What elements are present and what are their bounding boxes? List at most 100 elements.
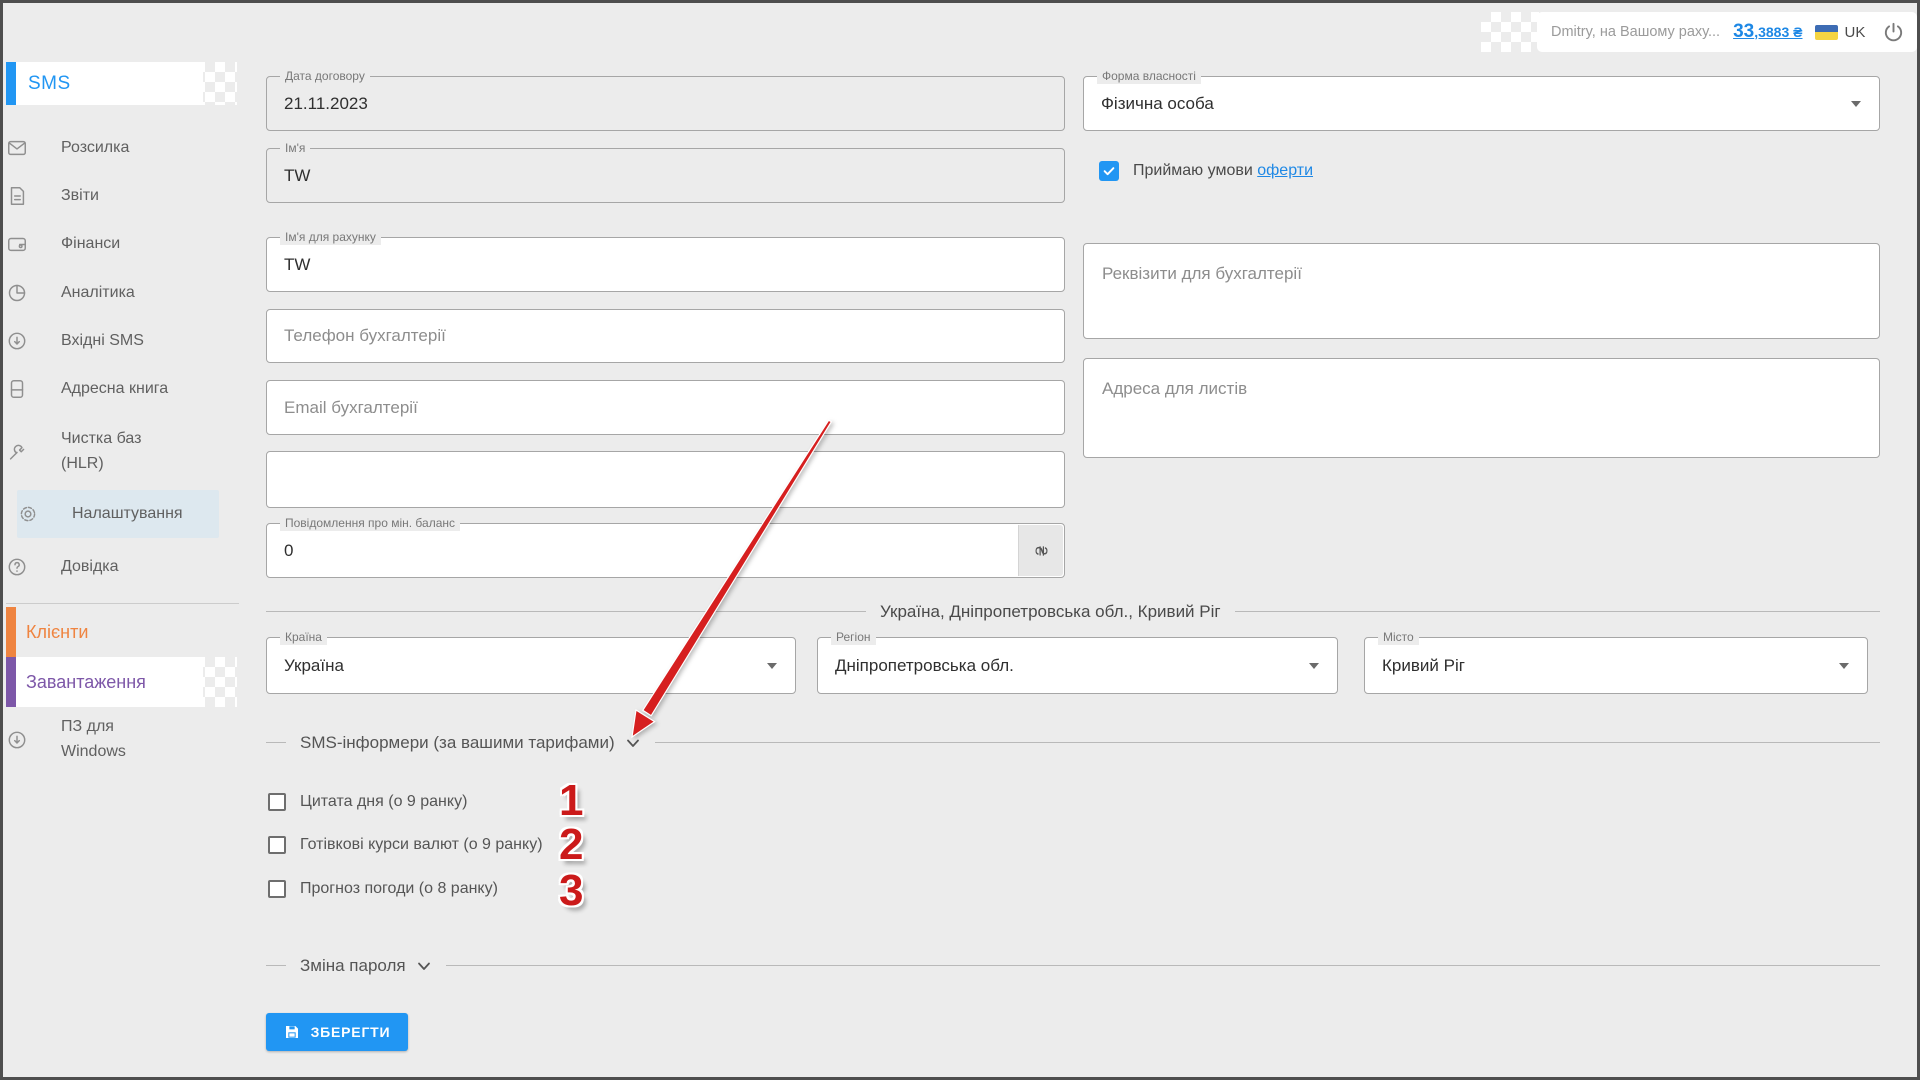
sidebar-item-reports[interactable]: Звіти <box>6 172 236 220</box>
empty-field[interactable] <box>266 451 1065 508</box>
sidebar-item-windows-software[interactable]: ПЗ для Windows <box>6 709 236 771</box>
password-section-header[interactable]: Зміна пароля <box>286 953 446 979</box>
chevron-down-icon <box>1309 663 1319 669</box>
clients-label: Клієнти <box>26 622 88 643</box>
contract-date-field[interactable]: Дата договору 21.11.2023 <box>266 76 1065 131</box>
region-select[interactable]: Регіон Дніпропетровська обл. <box>817 637 1338 694</box>
sidebar-item-finances[interactable]: Фінанси <box>6 220 236 268</box>
weather-checkbox[interactable] <box>268 880 286 898</box>
offer-label: Приймаю умови оферти <box>1133 162 1313 180</box>
checkbox-label: Цитата дня (о 9 ранку) <box>300 793 467 811</box>
sidebar-item-downloads[interactable]: Завантаження <box>6 657 203 707</box>
offer-consent-row: Приймаю умови оферти <box>1099 161 1313 181</box>
sidebar-item-hlr[interactable]: Чистка баз (HLR) <box>6 421 236 483</box>
sidebar-item-settings[interactable]: Налаштування <box>17 490 219 538</box>
envelope-icon <box>6 137 28 159</box>
sidebar-item-label: Звіти <box>61 184 179 209</box>
sidebar-item-help[interactable]: Довідка <box>6 543 236 591</box>
offer-checkbox[interactable] <box>1099 161 1119 181</box>
balance-frac: ,3883 ₴ <box>1754 24 1802 40</box>
sidebar-item-label: ПЗ для Windows <box>61 715 141 765</box>
field-label: Ім'я для рахунку <box>280 229 381 245</box>
name-field[interactable]: Ім'я TW <box>266 148 1065 203</box>
app-window: Dmitry, на Вашому раху... 33,3883 ₴ UK S… <box>0 0 1920 1080</box>
quote-checkbox[interactable] <box>268 793 286 811</box>
clients-accent-bar <box>6 607 16 657</box>
account-name-field[interactable]: Ім'я для рахунку TW <box>266 237 1065 292</box>
field-placeholder: Адреса для листів <box>1102 379 1247 399</box>
sidebar-item-label: Налаштування <box>72 502 190 527</box>
wallet-icon <box>6 233 28 255</box>
sidebar-item-label: Адресна книга <box>61 377 179 402</box>
field-label: Повідомлення про мін. баланс <box>280 515 460 531</box>
check-icon <box>1102 164 1116 178</box>
brand-accent-bar <box>6 62 16 105</box>
chevron-down-icon <box>767 663 777 669</box>
downloads-accent-bar <box>6 657 16 707</box>
field-label: Форма власності <box>1097 68 1201 84</box>
save-button[interactable]: ЗБЕРЕГТИ <box>266 1013 408 1051</box>
ukraine-flag-icon <box>1815 25 1838 40</box>
wrench-icon <box>6 441 28 463</box>
balance-int: 33 <box>1733 21 1754 42</box>
field-value: TW <box>284 166 310 186</box>
sidebar-item-label: Фінанси <box>61 232 179 257</box>
field-label: Країна <box>280 629 327 645</box>
informer-option-row: Готівкові курси валют (о 9 ранку) <box>268 836 543 854</box>
informers-section-header[interactable]: SMS-інформери (за вашими тарифами) <box>286 730 655 756</box>
floppy-disk-icon <box>284 1024 300 1040</box>
sidebar-divider <box>6 603 239 604</box>
chevron-down-icon <box>1851 101 1861 107</box>
save-button-label: ЗБЕРЕГТИ <box>311 1024 391 1040</box>
annotation-number-1: 1 <box>559 779 583 823</box>
informers-title: SMS-інформери (за вашими тарифами) <box>300 730 615 756</box>
location-heading: Україна, Дніпропетровська обл., Кривий Р… <box>866 599 1235 625</box>
currency-rates-checkbox[interactable] <box>268 836 286 854</box>
sidebar-item-label: Аналітика <box>61 281 179 306</box>
checkbox-label: Прогноз погоди (о 8 ранку) <box>300 880 498 898</box>
gear-icon <box>17 503 39 525</box>
min-balance-field[interactable]: Повідомлення про мін. баланс 0 ₴ <box>266 523 1065 578</box>
report-icon <box>6 185 28 207</box>
field-value: 0 <box>284 541 293 561</box>
sidebar-item-label: Вхідні SMS <box>61 329 179 354</box>
selected-value: Кривий Ріг <box>1382 656 1465 676</box>
sidebar-item-label: Розсилка <box>61 136 179 161</box>
country-select[interactable]: Країна Україна <box>266 637 796 694</box>
balance-link[interactable]: 33,3883 ₴ <box>1733 21 1802 43</box>
header-user-card: Dmitry, на Вашому раху... 33,3883 ₴ UK <box>1537 12 1917 52</box>
field-value: TW <box>284 255 310 275</box>
accounting-email-field[interactable]: Email бухгалтерії <box>266 380 1065 435</box>
city-select[interactable]: Місто Кривий Ріг <box>1364 637 1868 694</box>
field-placeholder: Email бухгалтерії <box>284 398 418 418</box>
offer-text: Приймаю умови <box>1133 162 1253 179</box>
checker-decoration <box>185 62 237 105</box>
letters-address-textarea[interactable]: Адреса для листів <box>1083 358 1880 458</box>
checker-decoration <box>185 657 237 707</box>
chevron-down-icon[interactable] <box>416 958 432 974</box>
logout-button[interactable] <box>1882 21 1905 44</box>
brand-logo: SMS <box>28 73 71 95</box>
sidebar-item-mailing[interactable]: Розсилка <box>6 124 236 172</box>
selected-value: Дніпропетровська обл. <box>835 656 1014 676</box>
language-label: UK <box>1844 24 1865 41</box>
sidebar-item-address-book[interactable]: Адресна книга <box>6 365 236 413</box>
language-switcher[interactable]: UK <box>1815 24 1865 41</box>
offer-link[interactable]: оферти <box>1257 162 1313 179</box>
sidebar-item-incoming-sms[interactable]: Вхідні SMS <box>6 317 236 365</box>
downloads-label: Завантаження <box>26 672 146 693</box>
currency-suffix: ₴ <box>1018 525 1063 576</box>
sidebar-item-analytics[interactable]: Аналітика <box>6 269 236 317</box>
sidebar-item-clients[interactable]: Клієнти <box>6 607 236 657</box>
user-greeting: Dmitry, на Вашому раху... <box>1551 24 1720 40</box>
informer-option-row: Прогноз погоди (о 8 ранку) <box>268 880 498 898</box>
brand-row[interactable]: SMS <box>6 62 203 105</box>
password-title: Зміна пароля <box>300 953 406 979</box>
chevron-down-icon <box>1839 663 1849 669</box>
chevron-down-icon[interactable] <box>625 735 641 751</box>
ownership-select[interactable]: Форма власності Фізична особа <box>1083 76 1880 131</box>
address-book-icon <box>6 378 28 400</box>
accounting-phone-field[interactable]: Телефон бухгалтерії <box>266 309 1065 363</box>
accounting-requisites-textarea[interactable]: Реквізити для бухгалтерії <box>1083 243 1880 339</box>
sidebar-item-label: Чистка баз (HLR) <box>61 427 179 477</box>
